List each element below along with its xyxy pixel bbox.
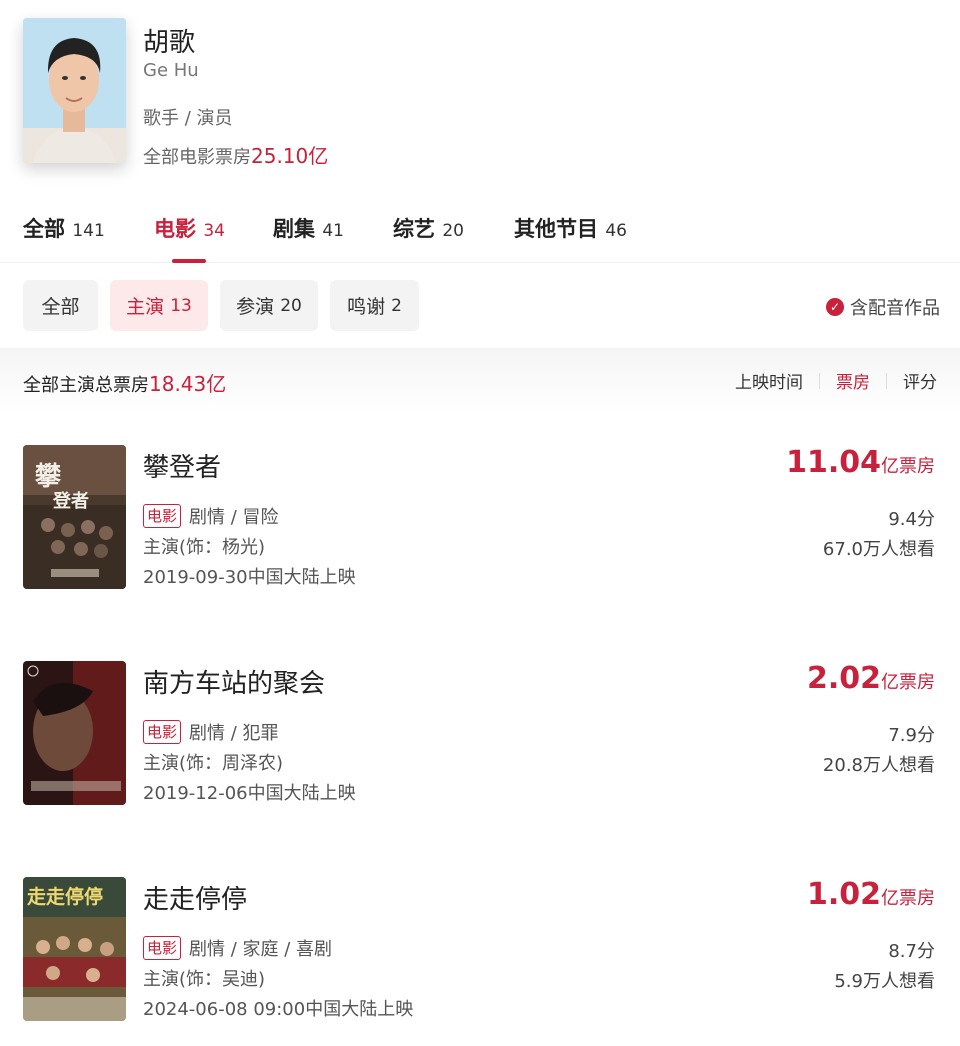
movie-genre-line: 电影 剧情 / 冒险 [143, 503, 279, 529]
svg-text:攀: 攀 [34, 462, 62, 492]
svg-text:走走停停: 走走停停 [27, 885, 103, 908]
movie-role: 主演(饰：吴迪) [143, 969, 266, 990]
sort-divider [819, 372, 820, 389]
tab-other[interactable]: 其他节目 46 [514, 213, 627, 243]
movie-title[interactable]: 攀登者 [143, 447, 221, 484]
tab-label: 综艺 [393, 217, 435, 241]
box-office-number: 11.04 [786, 445, 881, 480]
summary-bar: 全部主演总票房18.43亿 上映时间 票房 评分 [0, 348, 960, 414]
tab-variety[interactable]: 综艺 20 [393, 213, 464, 243]
chip-count: 2 [391, 295, 402, 316]
box-office-number: 1.02 [806, 877, 881, 912]
chip-label: 鸣谢 [347, 296, 386, 318]
total-box-office: 全部电影票房25.10亿 [143, 140, 328, 169]
movie-item[interactable]: 攀 登者 攀登者 电影 剧情 / 冒险 主演(饰：杨光) 2019-09-30中… [0, 445, 960, 595]
actor-english-name: Ge Hu [143, 60, 199, 81]
movie-box-office: 2.02亿票房 [807, 661, 935, 696]
include-dubbing-toggle[interactable]: ✓ 含配音作品 [826, 294, 940, 320]
active-tab-indicator [172, 259, 206, 263]
check-circle-icon: ✓ [826, 298, 844, 316]
movie-want-count: 67.0万人想看 [822, 539, 935, 560]
sort-options: 上映时间 票房 评分 [735, 368, 937, 393]
movie-score: 7.9分 [888, 725, 935, 746]
chip-label: 参演 [236, 296, 275, 318]
tab-series[interactable]: 剧集 41 [273, 213, 344, 243]
tab-count: 141 [72, 221, 105, 241]
tab-count: 41 [322, 221, 344, 241]
filter-chip-lead[interactable]: 主演 13 [110, 280, 208, 331]
movie-genres: 剧情 / 家庭 / 喜剧 [189, 939, 333, 960]
movie-genres: 剧情 / 犯罪 [189, 723, 279, 744]
include-dubbing-label: 含配音作品 [850, 298, 940, 319]
filter-chip-all[interactable]: 全部 [23, 280, 98, 331]
tab-count: 20 [442, 221, 464, 241]
category-tabs: 全部 141 电影 34 剧集 41 综艺 20 其他节目 46 [0, 205, 960, 263]
tab-movies[interactable]: 电影 34 [154, 213, 225, 243]
actor-roles: 歌手 / 演员 [143, 108, 233, 129]
chip-count: 20 [280, 295, 302, 316]
type-badge: 电影 [143, 720, 182, 744]
movie-role: 主演(饰：周泽农) [143, 753, 284, 774]
movie-want-count: 20.8万人想看 [822, 755, 935, 776]
movie-release-date: 2019-12-06中国大陆上映 [143, 783, 356, 804]
box-office-number: 2.02 [806, 661, 881, 696]
lead-total-value: 18.43亿 [149, 372, 227, 396]
filter-chip-thanks[interactable]: 鸣谢 2 [330, 280, 419, 331]
movie-title[interactable]: 走走停停 [143, 879, 247, 916]
tab-label: 全部 [23, 217, 65, 241]
chip-count: 13 [170, 295, 192, 316]
movie-score: 9.4分 [888, 509, 935, 530]
tab-count: 46 [605, 221, 627, 241]
lead-total-box-office: 全部主演总票房18.43亿 [23, 368, 226, 397]
movie-genre-line: 电影 剧情 / 犯罪 [143, 719, 279, 745]
avatar[interactable] [23, 18, 126, 163]
type-badge: 电影 [143, 504, 182, 528]
sort-by-rating[interactable]: 评分 [903, 368, 937, 393]
movie-poster[interactable]: 攀 登者 [23, 445, 126, 589]
movie-title[interactable]: 南方车站的聚会 [143, 663, 325, 700]
movie-box-office: 1.02亿票房 [807, 877, 935, 912]
movie-poster[interactable] [23, 661, 126, 805]
total-box-office-label: 全部电影票房 [143, 147, 251, 168]
tab-all[interactable]: 全部 141 [23, 213, 105, 243]
movie-genres: 剧情 / 冒险 [189, 507, 279, 528]
box-office-unit: 亿票房 [881, 456, 935, 477]
type-badge: 电影 [143, 936, 182, 960]
lead-total-label: 全部主演总票房 [23, 375, 149, 396]
movie-item[interactable]: 走走停停 走走停停 电影 剧情 / 家庭 / 喜剧 主演(饰：吴迪) 2024-… [0, 877, 960, 1027]
movie-box-office: 11.04亿票房 [786, 445, 935, 480]
tab-label: 电影 [154, 217, 196, 241]
tab-label: 剧集 [273, 217, 315, 241]
tab-label: 其他节目 [514, 217, 598, 241]
chip-label: 全部 [41, 296, 80, 318]
chip-label: 主演 [126, 296, 165, 318]
box-office-unit: 亿票房 [881, 888, 935, 909]
svg-text:登者: 登者 [52, 490, 89, 512]
movie-poster[interactable]: 走走停停 [23, 877, 126, 1021]
movie-release-date: 2019-09-30中国大陆上映 [143, 567, 356, 588]
movie-role: 主演(饰：杨光) [143, 537, 266, 558]
actor-name: 胡歌 [143, 28, 196, 58]
movie-release-date: 2024-06-08 09:00中国大陆上映 [143, 999, 414, 1020]
movie-want-count: 5.9万人想看 [834, 971, 935, 992]
sort-by-box-office[interactable]: 票房 [836, 368, 870, 393]
box-office-unit: 亿票房 [881, 672, 935, 693]
filter-chip-supporting[interactable]: 参演 20 [220, 280, 318, 331]
tab-count: 34 [203, 221, 225, 241]
total-box-office-value: 25.10亿 [251, 144, 329, 168]
profile-header: 胡歌 Ge Hu 歌手 / 演员 全部电影票房25.10亿 [0, 0, 960, 200]
movie-item[interactable]: 南方车站的聚会 电影 剧情 / 犯罪 主演(饰：周泽农) 2019-12-06中… [0, 661, 960, 811]
sort-divider [886, 372, 887, 389]
movie-score: 8.7分 [888, 941, 935, 962]
sort-by-release[interactable]: 上映时间 [735, 368, 803, 393]
movie-genre-line: 电影 剧情 / 家庭 / 喜剧 [143, 935, 332, 961]
